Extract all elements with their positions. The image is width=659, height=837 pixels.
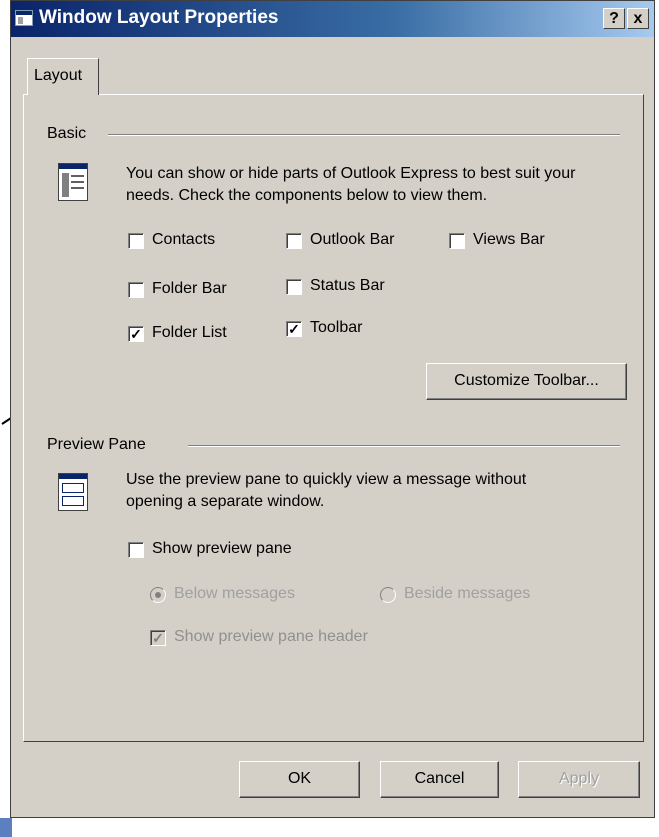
cancel-button[interactable]: Cancel [380,761,499,798]
background-edge [0,818,12,837]
outlook-bar-box [286,233,302,249]
contacts-box [128,233,144,249]
close-icon: x [633,10,643,27]
basic-heading: Basic [47,125,87,142]
apply-button[interactable]: Apply [518,761,640,798]
preview-description: Use the preview pane to quickly view a m… [126,471,527,510]
tab-layout[interactable]: Layout [27,58,99,95]
tab-layout-label: Layout [34,67,83,84]
basic-description: You can show or hide parts of Outlook Ex… [126,165,576,204]
help-button[interactable]: ? [603,8,625,29]
preview-pane-icon [58,473,88,511]
layout-panel: Basic You can show or hide parts of Outl… [23,94,644,742]
customize-toolbar-button[interactable]: Customize Toolbar... [426,363,627,400]
help-icon: ? [609,10,619,27]
ok-button[interactable]: OK [239,761,360,798]
window-title: Window Layout Properties [39,7,279,28]
folder-bar-box [128,282,144,298]
layout-icon [58,163,88,201]
properties-dialog: Window Layout Properties ? x Layout Basi… [10,0,655,818]
preview-divider [188,445,620,447]
show-preview-pane-box [128,542,144,558]
preview-heading: Preview Pane [47,436,146,453]
status-bar-box [286,279,302,295]
folder-list-box: ✓ [128,326,144,342]
toolbar-box: ✓ [286,321,302,337]
basic-divider [108,134,620,136]
title-bar: Window Layout Properties ? x [11,1,654,37]
close-button[interactable]: x [627,8,649,29]
below-messages-dot [150,587,166,603]
window-icon [15,10,33,26]
show-preview-header-box: ✓ [150,630,166,646]
views-bar-box [449,233,465,249]
beside-messages-dot [380,587,396,603]
